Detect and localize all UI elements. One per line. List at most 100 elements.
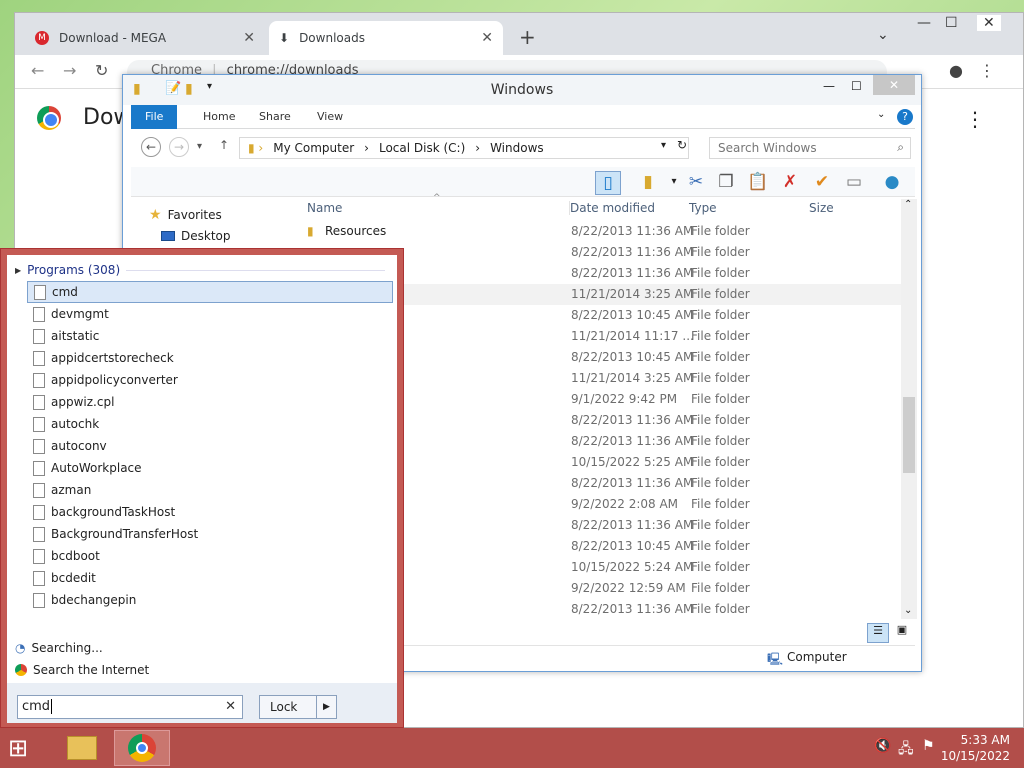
- globe-icon[interactable]: ●: [879, 171, 905, 195]
- tab-share[interactable]: Share: [245, 105, 305, 129]
- chevron-down-icon[interactable]: ⌄: [877, 27, 889, 43]
- maximize-icon[interactable]: ☐: [851, 79, 862, 93]
- desktop-icon: [161, 231, 175, 241]
- back-icon[interactable]: ←: [31, 61, 44, 80]
- column-date[interactable]: Date modified: [569, 201, 655, 215]
- details-view-icon[interactable]: ☰: [867, 623, 889, 643]
- address-dropdown-icon[interactable]: ▾: [661, 140, 666, 151]
- close-window-icon[interactable]: ✕: [977, 15, 1001, 31]
- chrome-logo-icon: [37, 105, 61, 130]
- system-clock[interactable]: 5:33 AM 10/15/2022: [941, 732, 1010, 764]
- volume-muted-icon[interactable]: 🔇: [874, 738, 891, 754]
- preview-pane-icon[interactable]: ▯: [595, 171, 621, 195]
- check-icon[interactable]: ✔: [809, 171, 835, 195]
- minimize-icon[interactable]: —: [917, 15, 931, 31]
- list-item[interactable]: AutoWorkplace: [27, 457, 393, 479]
- list-item[interactable]: BackgroundTransferHost: [27, 523, 393, 545]
- search-internet-link[interactable]: Search the Internet: [15, 663, 149, 677]
- list-item[interactable]: appidcertstorecheck: [27, 347, 393, 369]
- program-name: AutoWorkplace: [51, 461, 142, 475]
- list-item[interactable]: appidpolicyconverter: [27, 369, 393, 391]
- list-item[interactable]: appwiz.cpl: [27, 391, 393, 413]
- tab-downloads[interactable]: ⬇ Downloads ✕: [269, 21, 503, 55]
- list-item[interactable]: autochk: [27, 413, 393, 435]
- row-type: File folder: [691, 392, 750, 406]
- vertical-scrollbar[interactable]: ⌃ ⌄: [901, 199, 917, 619]
- list-item[interactable]: autoconv: [27, 435, 393, 457]
- list-item[interactable]: bdechangepin: [27, 589, 393, 611]
- clock-date: 10/15/2022: [940, 749, 1010, 763]
- row-date: 8/22/2013 10:45 AM: [571, 308, 694, 322]
- cut-icon[interactable]: ✂: [683, 171, 709, 195]
- lock-button[interactable]: Lock ▶: [259, 695, 337, 719]
- scroll-up-icon[interactable]: ⌃: [904, 199, 912, 210]
- breadcrumb[interactable]: ▮ › My Computer › Local Disk (C:) › Window…: [239, 137, 689, 159]
- scrollbar-thumb[interactable]: [903, 397, 915, 473]
- scroll-down-icon[interactable]: ⌄: [904, 605, 912, 616]
- network-icon[interactable]: 🖧: [898, 738, 914, 762]
- list-item[interactable]: bcdedit: [27, 567, 393, 589]
- tab-view[interactable]: View: [303, 105, 357, 129]
- nav-favorites[interactable]: ★ Favorites: [149, 207, 222, 223]
- row-date: 8/22/2013 11:36 AM: [571, 266, 694, 280]
- tab-file[interactable]: File: [131, 105, 178, 129]
- tab-home[interactable]: Home: [189, 105, 249, 129]
- list-item[interactable]: azman: [27, 479, 393, 501]
- tab-mega[interactable]: M Download - MEGA ✕: [25, 21, 265, 55]
- row-date: 8/22/2013 11:36 AM: [571, 518, 694, 532]
- search-input[interactable]: Search Windows ⌕: [709, 137, 911, 159]
- close-tab-icon[interactable]: ✕: [481, 30, 493, 46]
- list-item[interactable]: devmgmt: [27, 303, 393, 325]
- close-tab-icon[interactable]: ✕: [243, 30, 255, 46]
- column-size[interactable]: Size: [809, 201, 834, 215]
- searching-link[interactable]: ◔ Searching...: [15, 641, 103, 655]
- breadcrumb-local-disk[interactable]: Local Disk (C:): [379, 141, 465, 155]
- downloads-menu-icon[interactable]: ⋮: [965, 107, 985, 131]
- program-name: bcdedit: [51, 571, 96, 585]
- list-item[interactable]: cmd: [27, 281, 393, 303]
- list-item[interactable]: aitstatic: [27, 325, 393, 347]
- close-window-icon[interactable]: ✕: [873, 75, 915, 95]
- clear-search-icon[interactable]: ✕: [225, 699, 236, 714]
- reload-icon[interactable]: ↻: [95, 61, 108, 80]
- expand-ribbon-icon[interactable]: ⌄: [877, 109, 885, 120]
- action-center-icon[interactable]: ⚑: [922, 738, 935, 754]
- forward-icon[interactable]: →: [63, 61, 76, 80]
- column-headers: Name ^ Date modified Type Size: [299, 193, 903, 219]
- help-icon[interactable]: ?: [897, 109, 913, 125]
- rename-icon[interactable]: ▭: [841, 171, 867, 195]
- column-type[interactable]: Type: [689, 201, 717, 215]
- program-name: autoconv: [51, 439, 107, 453]
- recent-locations-icon[interactable]: ▾: [197, 141, 202, 152]
- delete-icon[interactable]: ✗: [777, 171, 803, 195]
- up-icon[interactable]: ↑: [219, 138, 229, 152]
- menu-icon[interactable]: ⋮: [979, 61, 995, 80]
- column-name[interactable]: Name: [307, 201, 342, 215]
- maximize-icon[interactable]: ☐: [945, 15, 958, 31]
- minimize-icon[interactable]: —: [823, 79, 835, 93]
- breadcrumb-windows[interactable]: Windows: [490, 141, 544, 155]
- power-options-arrow-icon[interactable]: ▶: [316, 696, 336, 718]
- start-search-input[interactable]: cmd ✕: [17, 695, 243, 719]
- paste-icon[interactable]: 📋: [745, 171, 771, 195]
- lock-label: Lock: [270, 700, 298, 714]
- breadcrumb-my-computer[interactable]: My Computer: [273, 141, 354, 155]
- computer-icon: 🖳: [767, 652, 784, 666]
- list-item[interactable]: backgroundTaskHost: [27, 501, 393, 523]
- taskbar-chrome[interactable]: [114, 730, 170, 766]
- nav-desktop[interactable]: Desktop: [161, 229, 231, 243]
- back-icon[interactable]: ←: [141, 137, 161, 157]
- forward-icon[interactable]: →: [169, 137, 189, 157]
- start-button[interactable]: ⊞: [8, 734, 38, 762]
- programs-group-header[interactable]: ▶ Programs (308): [15, 263, 385, 277]
- large-icons-view-icon[interactable]: ▣: [891, 623, 913, 643]
- new-tab-button[interactable]: +: [519, 25, 536, 49]
- check-folder-icon[interactable]: ▮: [635, 171, 661, 195]
- list-item[interactable]: bcdboot: [27, 545, 393, 567]
- copy-icon[interactable]: ❐: [713, 171, 739, 195]
- taskbar-explorer[interactable]: [54, 730, 110, 766]
- download-icon: ⬇: [279, 31, 290, 45]
- profile-icon[interactable]: ●: [949, 61, 963, 80]
- refresh-icon[interactable]: ↻: [677, 138, 687, 152]
- table-row[interactable]: ▮ Resources 8/22/2013 11:36 AM File folder: [299, 221, 903, 242]
